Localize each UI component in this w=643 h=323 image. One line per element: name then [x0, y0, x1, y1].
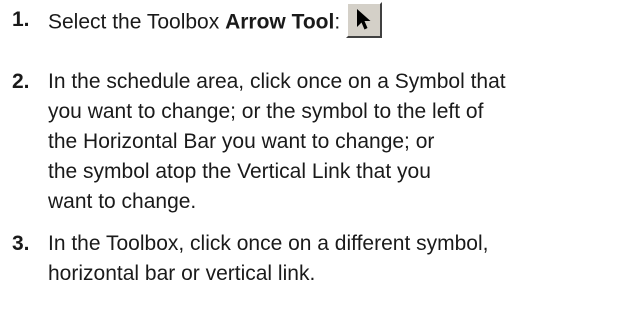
step-number: 2. [12, 70, 30, 93]
step-number: 1. [12, 8, 30, 31]
arrow-tool-button [346, 2, 383, 38]
step-number: 3. [12, 232, 30, 255]
step-1: 1. Select the Toolbox Arrow Tool: [0, 2, 643, 41]
step-text-suffix: : [334, 10, 341, 34]
arrow-tool-label: Arrow Tool [225, 10, 335, 34]
arrow-cursor-icon [357, 9, 371, 30]
step-text: Select the Toolbox Arrow Tool: [48, 2, 633, 41]
step-line: want to change. [48, 190, 197, 213]
step-line: In the Toolbox, click once on a differen… [48, 232, 489, 255]
step-text-prefix: Select the Toolbox [48, 10, 226, 34]
step-line: you want to change; or the symbol to the… [48, 100, 484, 123]
step-line: horizontal bar or vertical link. [48, 262, 316, 285]
step-2: 2. In the schedule area, click once on a… [0, 67, 643, 217]
step-line: In the schedule area, click once on a Sy… [48, 70, 506, 93]
step-text: In the schedule area, click once on a Sy… [48, 67, 633, 217]
step-3: 3. In the Toolbox, click once on a diffe… [0, 229, 643, 289]
step-line: the Horizontal Bar you want to change; o… [48, 130, 435, 153]
step-text: In the Toolbox, click once on a differen… [48, 229, 633, 289]
step-line: the symbol atop the Vertical Link that y… [48, 160, 431, 183]
